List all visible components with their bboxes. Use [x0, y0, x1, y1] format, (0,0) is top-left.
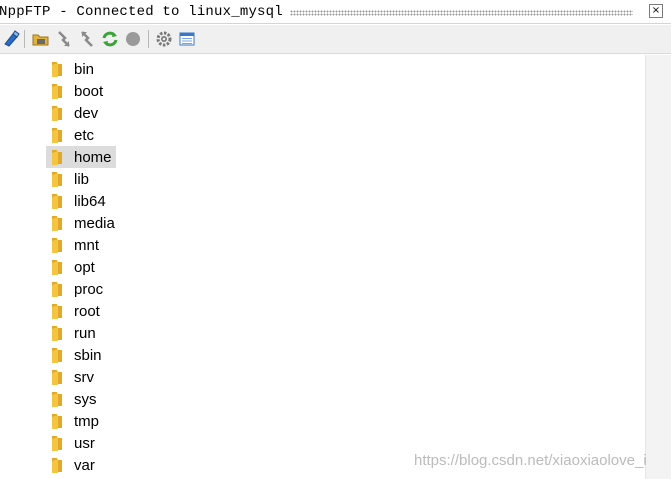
- upload-icon: [81, 31, 93, 47]
- refresh-icon: [102, 31, 118, 47]
- tree-item-srv[interactable]: srv: [46, 366, 98, 388]
- watermark: https://blog.csdn.net/xiaoxiaolove_i: [414, 452, 647, 469]
- folder-icon: [52, 326, 62, 341]
- tree-item-bin[interactable]: bin: [46, 58, 98, 80]
- title-grip[interactable]: [290, 10, 633, 16]
- tree-item-home[interactable]: home: [46, 146, 116, 168]
- abort-button[interactable]: [123, 29, 143, 49]
- tree-item-dev[interactable]: dev: [46, 102, 102, 124]
- tree-item-sbin[interactable]: sbin: [46, 344, 106, 366]
- folder-icon: [52, 304, 62, 319]
- folder-icon: [52, 458, 62, 473]
- upload-button[interactable]: [77, 29, 97, 49]
- folder-icon: [52, 348, 62, 363]
- tree-item-root[interactable]: root: [46, 300, 104, 322]
- toolbar: [0, 25, 671, 54]
- tree-item-lib[interactable]: lib: [46, 168, 93, 190]
- folder-icon: [52, 62, 62, 77]
- tree-item-label: opt: [74, 258, 95, 276]
- open-folder-button[interactable]: [31, 29, 51, 49]
- message-window-icon: [179, 32, 195, 46]
- folder-icon: [52, 436, 62, 451]
- download-icon: [58, 31, 70, 47]
- folder-icon: [52, 216, 62, 231]
- tree-item-label: proc: [74, 280, 104, 298]
- folder-icon: [52, 414, 62, 429]
- toolbar-separator: [148, 30, 149, 48]
- folder-icon: [52, 392, 62, 407]
- tree-item-label: lib: [74, 170, 90, 188]
- tree-item-var[interactable]: var: [46, 454, 99, 476]
- tree-item-label: home: [74, 148, 112, 166]
- tree-item-label: var: [74, 456, 95, 474]
- folder-icon: [52, 106, 62, 121]
- tree-item-lib64[interactable]: lib64: [46, 190, 110, 212]
- folder-icon: [52, 172, 62, 187]
- tree-item-usr[interactable]: usr: [46, 432, 99, 454]
- tree-item-mnt[interactable]: mnt: [46, 234, 103, 256]
- scrollbar[interactable]: [645, 55, 671, 479]
- folder-icon: [52, 370, 62, 385]
- tree-item-label: sys: [74, 390, 97, 408]
- folder-icon: [52, 238, 62, 253]
- message-window-button[interactable]: [177, 29, 197, 49]
- tree-item-label: boot: [74, 82, 104, 100]
- tree-item-label: etc: [74, 126, 95, 144]
- toolbar-separator: [24, 30, 25, 48]
- tree-item-label: bin: [74, 60, 95, 78]
- tree-item-etc[interactable]: etc: [46, 124, 98, 146]
- tree-item-proc[interactable]: proc: [46, 278, 107, 300]
- folder-icon: [52, 128, 62, 143]
- tree-item-label: root: [74, 302, 100, 320]
- tree-item-boot[interactable]: boot: [46, 80, 107, 102]
- tree-item-label: srv: [74, 368, 94, 386]
- folder-icon: [52, 260, 62, 275]
- tree-item-opt[interactable]: opt: [46, 256, 99, 278]
- directory-tree[interactable]: bin boot dev etc home lib lib64 media mnt opt proc…: [0, 55, 645, 479]
- tree-item-label: run: [74, 324, 96, 342]
- tree-item-label: dev: [74, 104, 99, 122]
- tree-item-sys[interactable]: sys: [46, 388, 101, 410]
- abort-icon: [126, 32, 140, 46]
- connect-icon: [4, 30, 20, 47]
- close-button[interactable]: ×: [649, 4, 663, 18]
- tree-item-label: mnt: [74, 236, 100, 254]
- open-folder-icon: [32, 34, 49, 46]
- folder-icon: [52, 150, 62, 165]
- tree-item-run[interactable]: run: [46, 322, 100, 344]
- connect-button[interactable]: [1, 29, 21, 49]
- tree-item-media[interactable]: media: [46, 212, 119, 234]
- settings-button[interactable]: [154, 29, 174, 49]
- tree-item-label: sbin: [74, 346, 102, 364]
- tree-item-label: lib64: [74, 192, 106, 210]
- folder-icon: [52, 282, 62, 297]
- folder-icon: [52, 194, 62, 209]
- tree-item-label: usr: [74, 434, 95, 452]
- window-title: NppFTP - Connected to linux_mysql: [0, 4, 283, 20]
- download-button[interactable]: [54, 29, 74, 49]
- tree-item-label: media: [74, 214, 115, 232]
- settings-icon: [156, 31, 172, 47]
- refresh-button[interactable]: [100, 29, 120, 49]
- tree-item-tmp[interactable]: tmp: [46, 410, 103, 432]
- title-bar: NppFTP - Connected to linux_mysql ×: [0, 0, 671, 24]
- folder-icon: [52, 84, 62, 99]
- tree-item-label: tmp: [74, 412, 100, 430]
